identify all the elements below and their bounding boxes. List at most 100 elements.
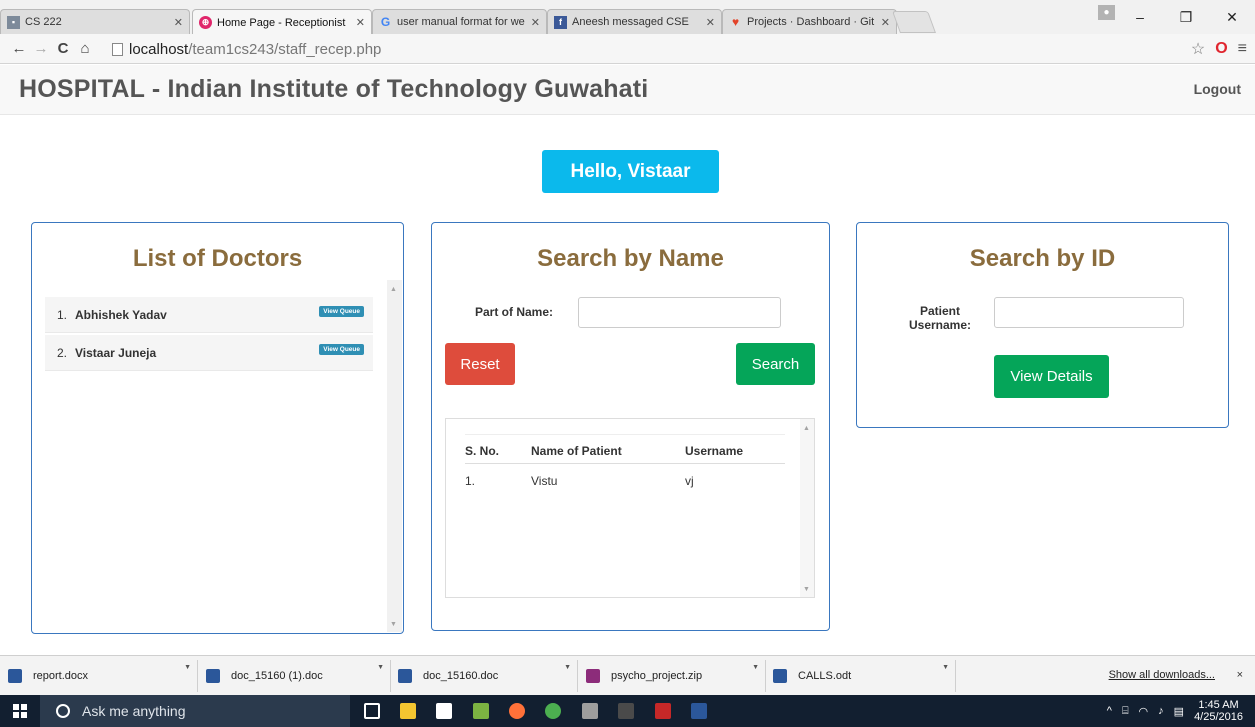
close-icon[interactable]: ✕ xyxy=(881,16,890,29)
windows-start-icon[interactable] xyxy=(13,704,27,718)
doctor-index: 2. xyxy=(56,345,67,360)
user-profile-icon[interactable]: ● xyxy=(1098,5,1115,20)
tab-google-search[interactable]: G user manual format for we ✕ xyxy=(372,9,547,34)
column-header: Username xyxy=(685,444,744,458)
minimize-icon[interactable]: – xyxy=(1117,9,1163,25)
browser-tabbar: ▪ CS 222 ✕ ⊕ Home Page - Receptionist ✕ … xyxy=(0,0,1255,35)
tab-label: Home Page - Receptionist xyxy=(217,16,346,29)
word-icon[interactable] xyxy=(691,703,707,719)
close-downloads-icon[interactable]: × xyxy=(1237,669,1243,681)
opera-icon[interactable]: O xyxy=(1215,40,1227,58)
close-icon[interactable]: ✕ xyxy=(706,16,715,29)
downloads-bar: report.docx ▼ doc_15160 (1).doc ▼ doc_15… xyxy=(0,655,1255,695)
address-bar[interactable]: localhost/team1cs243/staff_recep.php xyxy=(112,37,1162,61)
archive-icon xyxy=(586,669,600,683)
table-cell: 1. xyxy=(465,474,476,488)
store-icon[interactable] xyxy=(436,703,452,719)
reload-icon[interactable]: C xyxy=(52,40,74,57)
new-tab-button[interactable] xyxy=(891,11,937,33)
download-item[interactable]: doc_15160.doc ▼ xyxy=(398,660,578,692)
site-brand[interactable]: HOSPITAL - Indian Institute of Technolog… xyxy=(19,75,648,104)
restore-icon[interactable]: ❐ xyxy=(1163,9,1209,26)
show-all-downloads-link[interactable]: Show all downloads... xyxy=(1109,669,1215,681)
terminal-icon[interactable] xyxy=(618,703,634,719)
download-item[interactable]: CALLS.odt ▼ xyxy=(773,660,956,692)
tab-gitlab[interactable]: ♥ Projects · Dashboard · Git ✕ xyxy=(722,9,897,34)
doctors-scrollbar[interactable]: ▲ ▼ xyxy=(387,280,402,632)
download-filename: doc_15160 (1).doc xyxy=(231,670,323,682)
scroll-up-icon[interactable]: ▲ xyxy=(803,425,810,432)
chevron-up-icon[interactable]: ^ xyxy=(1107,705,1112,717)
cortana-icon xyxy=(56,704,70,718)
view-details-button[interactable]: View Details xyxy=(994,355,1109,398)
pdf-reader-icon[interactable] xyxy=(655,703,671,719)
close-icon[interactable]: ✕ xyxy=(356,16,365,29)
download-filename: psycho_project.zip xyxy=(611,670,703,682)
bookmark-star-icon[interactable]: ☆ xyxy=(1191,39,1205,59)
reset-button[interactable]: Reset xyxy=(445,343,515,385)
patient-username-label: Patient Username: xyxy=(890,304,990,332)
task-view-icon[interactable] xyxy=(364,703,380,719)
chevron-down-icon[interactable]: ▼ xyxy=(184,664,191,671)
page-icon xyxy=(112,42,123,56)
scroll-up-icon[interactable]: ▲ xyxy=(390,286,397,293)
patient-username-input[interactable] xyxy=(994,297,1184,328)
table-cell: vj xyxy=(685,474,694,488)
close-window-icon[interactable]: ✕ xyxy=(1209,9,1255,26)
download-filename: report.docx xyxy=(33,670,89,682)
download-item[interactable]: report.docx ▼ xyxy=(8,660,198,692)
close-icon[interactable]: ✕ xyxy=(174,16,183,29)
file-explorer-icon[interactable] xyxy=(400,703,416,719)
table-row[interactable]: 1. Vistu vj xyxy=(465,465,785,495)
chevron-down-icon[interactable]: ▼ xyxy=(942,664,949,671)
doctor-list-item: 2. Vistaar Juneja View Queue xyxy=(45,335,373,371)
search-button[interactable]: Search xyxy=(736,343,815,385)
tab-cs222[interactable]: ▪ CS 222 ✕ xyxy=(0,9,190,34)
word-doc-icon xyxy=(8,669,22,683)
part-of-name-input[interactable] xyxy=(578,297,781,328)
chevron-down-icon[interactable]: ▼ xyxy=(377,664,384,671)
browser-toolbar: ← → C ⌂ localhost/team1cs243/staff_recep… xyxy=(0,34,1255,64)
search-results-table: S. No. Name of Patient Username 1. Vistu… xyxy=(445,418,815,598)
results-scrollbar[interactable]: ▲ ▼ xyxy=(800,419,814,597)
wifi-icon[interactable]: ◠ xyxy=(1139,705,1149,718)
facebook-icon: f xyxy=(554,15,567,29)
tab-facebook[interactable]: f Aneesh messaged CSE ✕ xyxy=(547,9,722,34)
logout-link[interactable]: Logout xyxy=(1194,81,1241,97)
chevron-down-icon[interactable]: ▼ xyxy=(752,664,759,671)
view-queue-button[interactable]: View Queue xyxy=(319,344,364,355)
download-item[interactable]: doc_15160 (1).doc ▼ xyxy=(206,660,391,692)
tab-home-receptionist[interactable]: ⊕ Home Page - Receptionist ✕ xyxy=(192,9,372,35)
scroll-down-icon[interactable]: ▼ xyxy=(390,621,397,628)
app-icon[interactable] xyxy=(473,703,489,719)
toolbar-actions: ☆ O ≡ xyxy=(1191,34,1247,64)
download-item[interactable]: psycho_project.zip ▼ xyxy=(586,660,766,692)
site-navbar: HOSPITAL - Indian Institute of Technolog… xyxy=(0,65,1255,115)
volume-icon[interactable]: ♪ xyxy=(1158,705,1164,717)
network-icon[interactable]: ⌸ xyxy=(1122,705,1129,718)
tab-label: user manual format for we xyxy=(397,16,525,28)
scroll-down-icon[interactable]: ▼ xyxy=(803,586,810,593)
app-icon[interactable] xyxy=(582,703,598,719)
close-icon[interactable]: ✕ xyxy=(531,16,540,29)
chrome-icon[interactable] xyxy=(545,703,561,719)
forward-arrow-icon[interactable]: → xyxy=(30,40,52,57)
firefox-icon[interactable] xyxy=(509,703,525,719)
clock-date: 4/25/2016 xyxy=(1194,711,1243,723)
doctor-list-item: 1. Abhishek Yadav View Queue xyxy=(45,297,373,333)
clock[interactable]: 1:45 AM 4/25/2016 xyxy=(1194,699,1243,723)
chevron-down-icon[interactable]: ▼ xyxy=(564,664,571,671)
table-cell: Vistu xyxy=(531,474,558,488)
tab-label: CS 222 xyxy=(25,16,62,28)
back-arrow-icon[interactable]: ← xyxy=(8,40,30,57)
view-queue-button[interactable]: View Queue xyxy=(319,306,364,317)
system-tray: ^ ⌸ ◠ ♪ ▤ 1:45 AM 4/25/2016 xyxy=(1107,695,1243,727)
table-header: S. No. Name of Patient Username xyxy=(465,434,785,464)
url-path: /team1cs243/staff_recep.php xyxy=(188,40,382,58)
notifications-icon[interactable]: ▤ xyxy=(1174,705,1184,718)
menu-icon[interactable]: ≡ xyxy=(1238,40,1247,58)
label-line: Username: xyxy=(908,318,972,332)
home-icon[interactable]: ⌂ xyxy=(74,40,96,57)
search-by-id-title: Search by ID xyxy=(969,245,1116,272)
cortana-search-box[interactable]: Ask me anything xyxy=(40,695,350,727)
